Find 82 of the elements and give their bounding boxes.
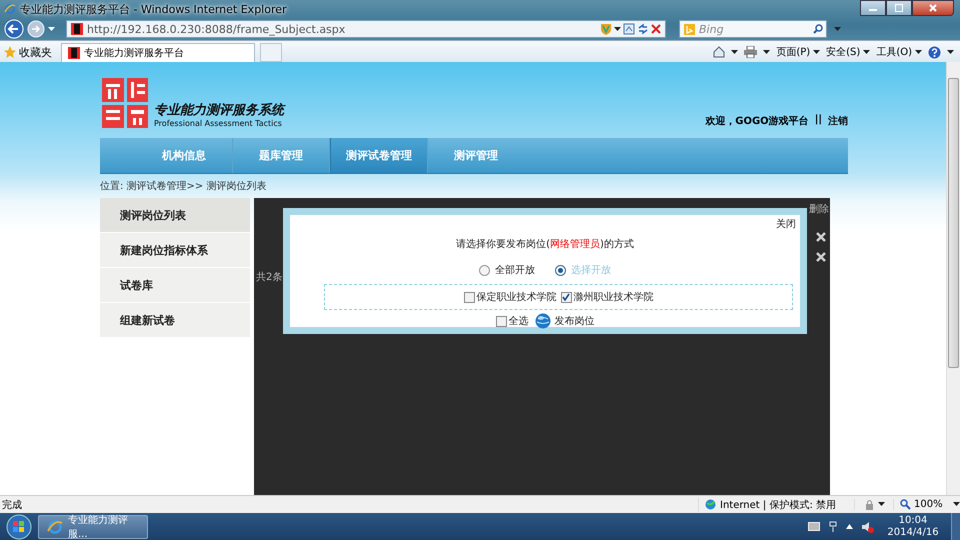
caret-icon [813,50,820,54]
ie-logo-icon [47,518,63,534]
clock-time: 10:04 [898,514,928,526]
breadcrumb: 位置: 测评试卷管理>> 测评岗位列表 [100,180,266,193]
dialog-prompt: 请选择你要发布岗位(网络管理员)的方式 [455,238,635,251]
help-icon[interactable] [928,46,941,58]
sidebar-item[interactable]: 测评岗位列表 [100,198,250,232]
url-text: http://192.168.0.230:8088/frame_Subject.aspx [87,22,346,36]
back-icon[interactable] [4,19,24,39]
print-icon[interactable] [744,46,758,58]
minimize-button[interactable] [860,0,886,16]
close-button[interactable] [912,0,954,16]
stop-icon[interactable] [651,24,661,34]
forward-icon[interactable] [27,20,45,38]
column-header: 删除 [809,203,829,216]
dropdown-icon[interactable] [731,50,738,54]
menu-button[interactable]: 工具(O) [876,45,922,59]
address-field[interactable]: http://192.168.0.230:8088/frame_Subject.aspx [66,20,666,38]
muted-speaker-icon[interactable] [861,520,875,532]
record-count: 共2条 [256,270,282,284]
site-title: 专业能力测评服务系统 [154,102,284,119]
globe-icon [705,499,716,510]
browser-tab[interactable]: 专业能力测评服务平台 [61,42,255,62]
maximize-button[interactable] [886,0,912,16]
search-input[interactable]: Bing [699,22,809,36]
star-icon [4,46,16,58]
zoom-button[interactable]: 100% [893,499,960,510]
menu-button[interactable]: 安全(S) [826,45,870,59]
home-icon[interactable] [713,46,726,58]
close-link[interactable]: 关闭 [776,217,796,231]
compatibility-icon[interactable] [623,23,635,35]
publish-button[interactable]: 发布岗位 [534,313,594,329]
zoom-icon [900,499,911,510]
caret-icon [915,50,922,54]
scrollbar-thumb[interactable] [948,78,959,368]
delete-icon [816,252,826,262]
checkbox[interactable] [560,292,572,302]
site-logo-icon [68,46,80,58]
caret-icon [953,502,960,507]
start-button[interactable] [6,514,32,540]
taskbar-button[interactable]: 专业能力测评服... [38,514,148,538]
radio-option[interactable]: 全部开放 [479,263,535,277]
globe-icon [534,313,550,329]
network-icon[interactable] [828,520,838,532]
dropdown-icon[interactable] [947,50,954,54]
menu-button[interactable]: 页面(P) [776,45,820,59]
scrollbar[interactable] [946,62,960,495]
check-icon [562,293,570,301]
bing-logo-icon [684,24,695,34]
dropdown-icon[interactable] [763,50,770,54]
sidebar-item[interactable]: 组建新试卷 [100,303,250,337]
delete-icon [816,232,826,242]
favorites-button[interactable]: 收藏夹 [4,44,58,60]
site-logo-icon [71,23,83,35]
refresh-icon[interactable] [637,23,649,35]
up-arrow-icon[interactable] [846,524,853,529]
security-zone-text: Internet | 保护模式: 禁用 [720,498,836,512]
close-icon [929,4,937,12]
checkbox[interactable] [464,292,474,302]
sidebar-item[interactable]: 试卷库 [100,268,250,302]
clock-date: 2014/4/16 [887,526,939,538]
separator-text: || [814,114,822,127]
site-subtitle: Professional Assessment Tactics [154,119,283,128]
dropdown-icon[interactable] [878,502,885,507]
sidebar-item[interactable]: 新建岗位指标体系 [100,233,250,267]
checkbox[interactable] [496,316,506,326]
search-field[interactable]: Bing [679,20,827,38]
seal-logo-icon [100,76,150,130]
radio-button[interactable] [479,264,490,276]
checkbox-label: 保定职业技术学院 [476,290,556,304]
checkbox-label: 全选 [508,314,528,328]
ie-logo-icon [4,3,16,15]
logout-link[interactable]: 注销 [828,114,848,128]
checkbox-label: 滁州职业技术学院 [574,290,654,304]
status-text: 完成 [2,498,22,512]
search-icon[interactable] [813,24,823,34]
welcome-text: 欢迎，GOGO游戏平台 [705,114,809,128]
maximize-icon [895,4,903,12]
caret-icon [863,50,870,54]
radio-button[interactable] [555,264,566,276]
window-title: 专业能力测评服务平台 - Windows Internet Explorer [20,2,287,16]
dropdown-icon[interactable] [614,26,621,32]
